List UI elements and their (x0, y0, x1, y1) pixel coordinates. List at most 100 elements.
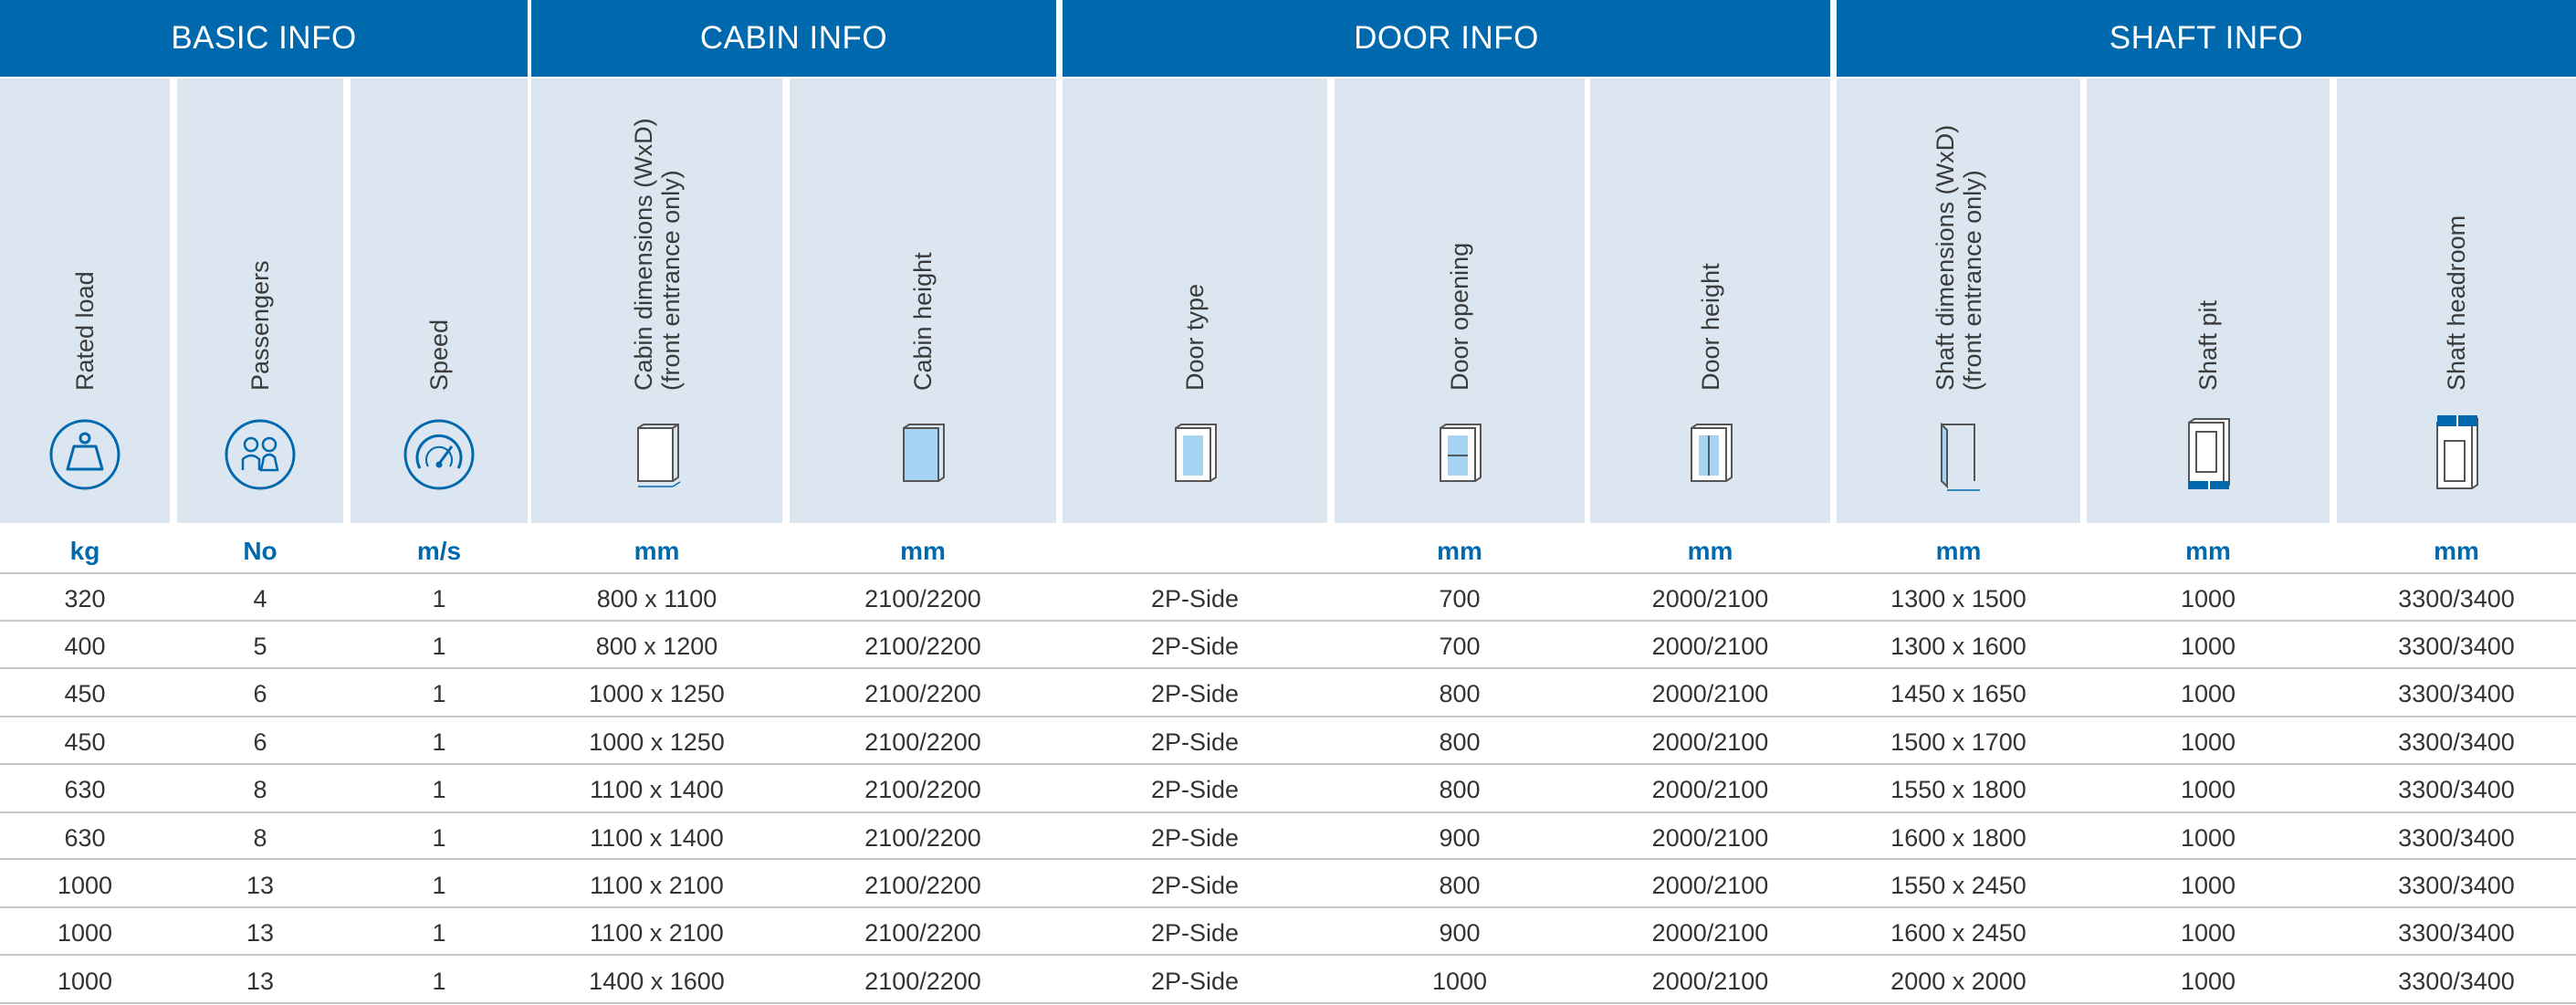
elevator-spec-table: BASIC INFO CABIN INFO DOOR INFO SHAFT IN… (0, 0, 2576, 1004)
cell-cabin-dimensions: 1400 x 1600 (589, 967, 725, 995)
cell-passengers: 4 (253, 584, 267, 612)
cell-door-opening: 800 (1439, 680, 1481, 708)
header-label-rated-load: Rated load (71, 271, 99, 391)
cell-door-height: 2000/2100 (1651, 871, 1769, 899)
cell-shaft-pit: 1000 (2180, 728, 2236, 756)
header-label-shaft-headroom: Shaft headroom (2443, 215, 2470, 391)
cabin-height-icon (882, 414, 964, 496)
header-shaft-headroom: Shaft headroom (2337, 79, 2576, 523)
door-opening-icon (1419, 414, 1501, 496)
cell-shaft-dimensions: 1550 x 2450 (1890, 871, 2026, 899)
cell-door-type: 2P-Side (1150, 823, 1240, 852)
cell-rated-load: 630 (64, 823, 106, 852)
cell-shaft-pit: 1000 (2180, 632, 2236, 660)
cell-speed: 1 (432, 823, 446, 852)
unit-passengers: No (243, 536, 277, 565)
cell-door-height: 2000/2100 (1651, 584, 1769, 612)
cell-rated-load: 450 (64, 728, 106, 756)
cell-door-opening: 700 (1439, 584, 1481, 612)
cell-rated-load: 630 (64, 776, 106, 804)
group-cabin-info: CABIN INFO (531, 0, 1056, 77)
cell-shaft-headroom: 3300/3400 (2398, 776, 2515, 804)
cell-shaft-headroom: 3300/3400 (2398, 919, 2515, 947)
cell-shaft-dimensions: 2000 x 2000 (1890, 967, 2026, 995)
header-shaft-pit: Shaft pit (2087, 79, 2330, 523)
shaft-pit-icon (2167, 414, 2249, 496)
cell-passengers: 5 (253, 632, 267, 660)
group-basic-info: BASIC INFO (0, 0, 528, 77)
speedometer-icon (398, 414, 480, 496)
cell-door-type: 2P-Side (1150, 967, 1240, 995)
cell-shaft-dimensions: 1450 x 1650 (1890, 680, 2026, 708)
cell-shaft-pit: 1000 (2180, 919, 2236, 947)
header-label-door-opening: Door opening (1446, 242, 1473, 391)
cell-shaft-headroom: 3300/3400 (2398, 728, 2515, 756)
cell-rated-load: 1000 (57, 871, 113, 899)
cell-passengers: 6 (253, 680, 267, 708)
unit-shaft-dimensions: mm (1935, 536, 1982, 565)
cell-shaft-dimensions: 1500 x 1700 (1890, 728, 2026, 756)
cell-rated-load: 450 (64, 680, 106, 708)
cell-cabin-height: 2100/2200 (864, 967, 981, 995)
passengers-icon (219, 414, 301, 496)
weight-icon (44, 414, 126, 496)
cell-door-opening: 900 (1439, 823, 1481, 852)
cell-shaft-pit: 1000 (2180, 823, 2236, 852)
cell-cabin-dimensions: 1100 x 2100 (590, 871, 724, 899)
header-label-shaft-dimensions: Shaft dimensions (WxD) (front entrance o… (1931, 124, 1986, 391)
cell-cabin-height: 2100/2200 (864, 871, 981, 899)
cell-cabin-height: 2100/2200 (864, 823, 981, 852)
cell-rated-load: 1000 (57, 967, 113, 995)
cell-door-height: 2000/2100 (1651, 967, 1769, 995)
header-shaft-dimensions: Shaft dimensions (WxD) (front entrance o… (1837, 79, 2080, 523)
cell-cabin-height: 2100/2200 (864, 680, 981, 708)
cell-door-opening: 800 (1439, 776, 1481, 804)
unit-cabin-height: mm (900, 536, 946, 565)
cell-door-type: 2P-Side (1150, 776, 1240, 804)
cell-cabin-dimensions: 1000 x 1250 (589, 728, 725, 756)
cell-door-opening: 1000 (1431, 967, 1488, 995)
cell-cabin-dimensions: 800 x 1200 (595, 632, 718, 660)
header-label-passengers: Passengers (246, 260, 274, 391)
cell-door-type: 2P-Side (1150, 919, 1240, 947)
header-label-cabin-height: Cabin height (909, 252, 937, 391)
cell-rated-load: 1000 (57, 919, 113, 947)
cell-shaft-headroom: 3300/3400 (2398, 871, 2515, 899)
cell-cabin-dimensions: 1100 x 2100 (590, 919, 724, 947)
cell-door-height: 2000/2100 (1651, 823, 1769, 852)
cell-shaft-pit: 1000 (2180, 871, 2236, 899)
unit-rated-load: kg (69, 536, 100, 565)
cell-passengers: 13 (246, 871, 275, 899)
shaft-dimensions-icon (1918, 414, 2000, 496)
cell-cabin-height: 2100/2200 (864, 632, 981, 660)
cell-shaft-headroom: 3300/3400 (2398, 967, 2515, 995)
cell-door-opening: 700 (1439, 632, 1481, 660)
cell-door-type: 2P-Side (1150, 632, 1240, 660)
header-door-height: Door height (1590, 79, 1830, 523)
cell-shaft-dimensions: 1300 x 1600 (1890, 632, 2026, 660)
door-type-icon (1154, 414, 1236, 496)
unit-door-opening: mm (1437, 536, 1482, 565)
header-label-shaft-pit: Shaft pit (2194, 299, 2222, 391)
cell-speed: 1 (432, 776, 446, 804)
unit-speed: m/s (416, 536, 462, 565)
cell-shaft-headroom: 3300/3400 (2398, 584, 2515, 612)
cell-rated-load: 320 (64, 584, 106, 612)
cell-cabin-dimensions: 800 x 1100 (596, 584, 717, 612)
unit-shaft-headroom: mm (2434, 536, 2479, 565)
cell-door-height: 2000/2100 (1651, 919, 1769, 947)
cell-door-opening: 800 (1439, 871, 1481, 899)
header-speed: Speed (351, 79, 528, 523)
header-rated-load: Rated load (0, 79, 170, 523)
header-door-opening: Door opening (1335, 79, 1585, 523)
cell-shaft-pit: 1000 (2180, 680, 2236, 708)
cell-door-type: 2P-Side (1150, 584, 1240, 612)
cell-speed: 1 (432, 919, 446, 947)
cell-cabin-height: 2100/2200 (864, 728, 981, 756)
header-label-speed: Speed (425, 319, 453, 391)
cell-door-height: 2000/2100 (1651, 728, 1769, 756)
header-passengers: Passengers (177, 79, 343, 523)
cell-shaft-headroom: 3300/3400 (2398, 680, 2515, 708)
cell-door-type: 2P-Side (1150, 728, 1240, 756)
cell-cabin-height: 2100/2200 (864, 584, 981, 612)
